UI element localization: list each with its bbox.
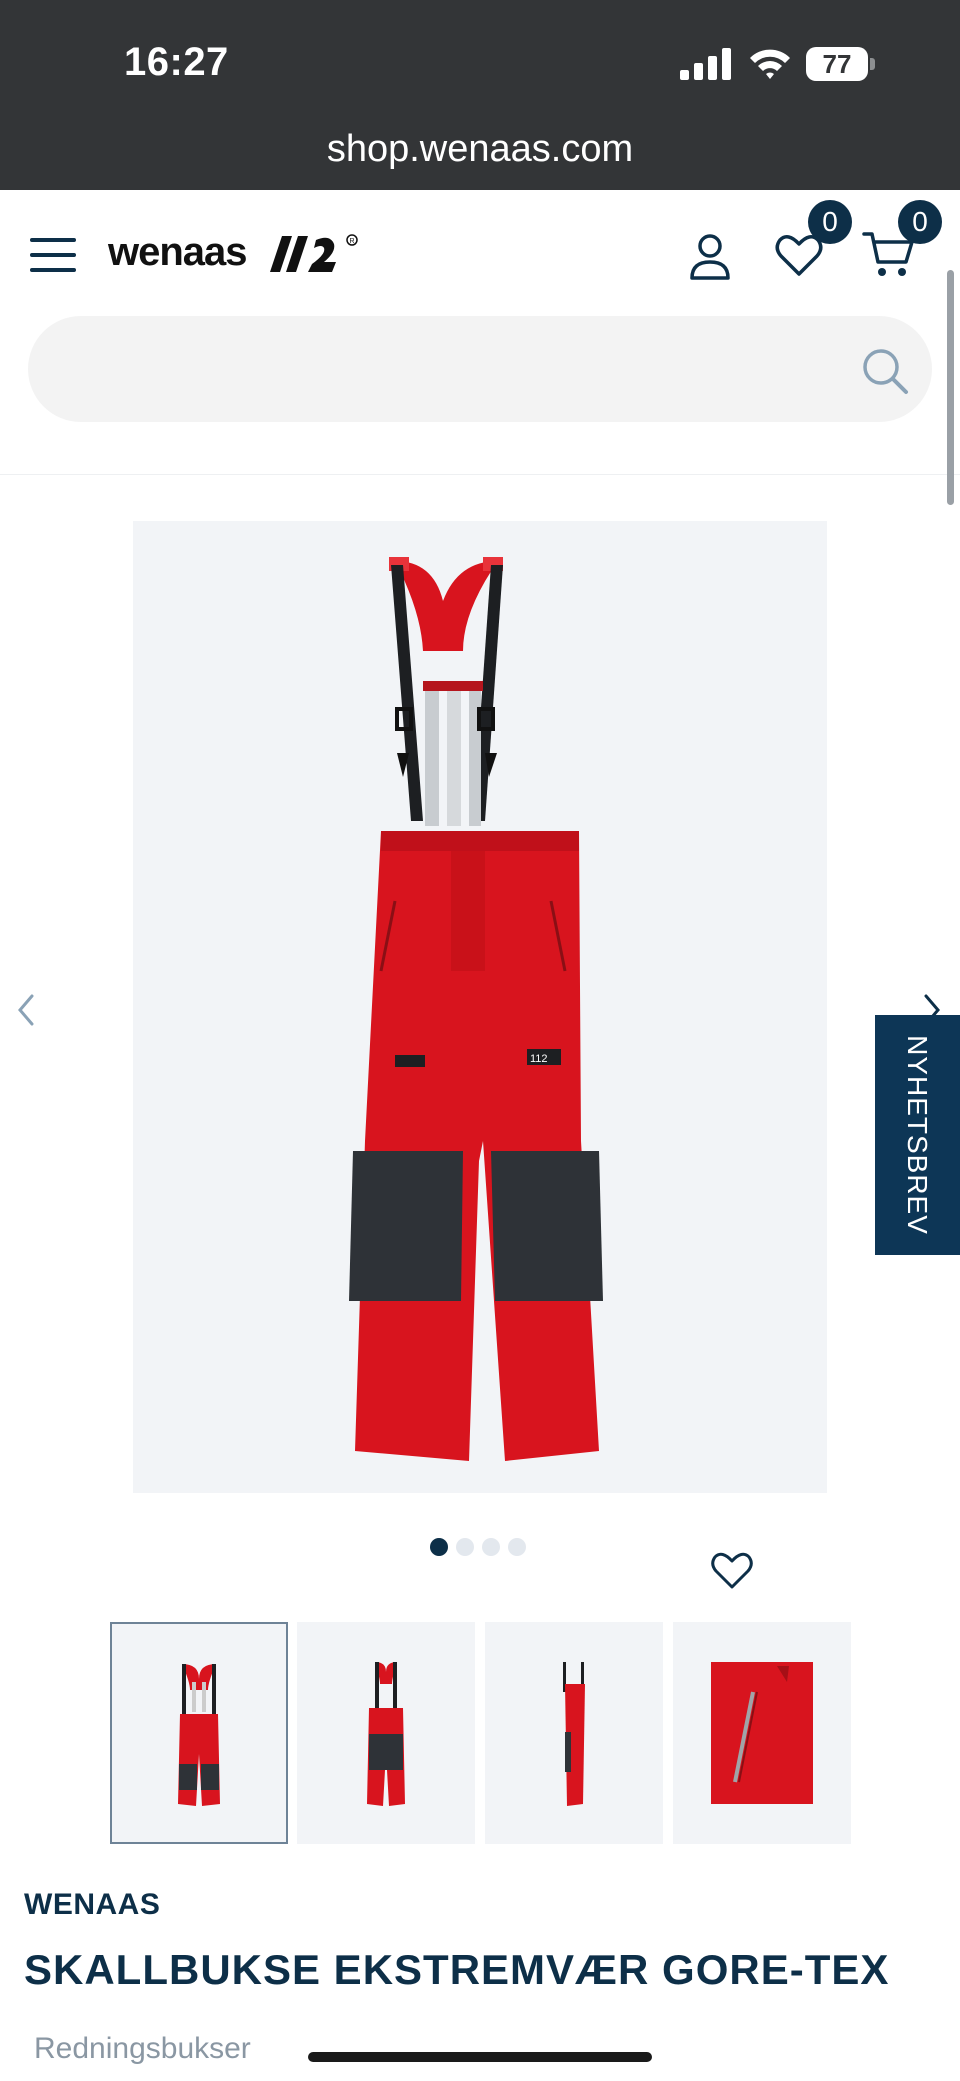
newsletter-label: NYHETSBREV bbox=[902, 1035, 933, 1235]
carousel-dot-4[interactable] bbox=[508, 1538, 526, 1556]
carousel-dot-3[interactable] bbox=[482, 1538, 500, 1556]
search-icon[interactable] bbox=[860, 346, 910, 396]
carousel-dot-1[interactable] bbox=[430, 1538, 448, 1556]
thumbnail-zip-detail-image bbox=[711, 1662, 813, 1804]
thumbnail-side-image bbox=[563, 1662, 585, 1806]
wishlist-count-badge: 0 bbox=[808, 200, 852, 244]
search-input[interactable] bbox=[64, 344, 824, 394]
search-bar[interactable] bbox=[28, 316, 932, 422]
wenaas-logo[interactable]: wenaas R bbox=[108, 230, 370, 280]
thumbnail-2[interactable] bbox=[297, 1622, 475, 1844]
page-scrollbar[interactable] bbox=[947, 270, 954, 505]
status-time: 16:27 bbox=[124, 40, 229, 84]
battery-icon: 77 bbox=[806, 47, 876, 81]
product-title: SKALLBUKSE EKSTREMVÆR GORE-TEX bbox=[24, 1946, 890, 1993]
logo-text: wenaas bbox=[108, 230, 248, 274]
add-to-favorites-heart-icon[interactable] bbox=[710, 1549, 754, 1591]
thumbnail-1[interactable] bbox=[110, 1622, 288, 1844]
thumbnail-4[interactable] bbox=[673, 1622, 851, 1844]
logo-112-mark: R bbox=[270, 234, 358, 272]
battery-level: 77 bbox=[806, 47, 868, 81]
thumbnail-front-image bbox=[178, 1664, 220, 1806]
svg-text:R: R bbox=[350, 238, 355, 245]
account-icon[interactable] bbox=[688, 232, 732, 282]
newsletter-tab[interactable]: NYHETSBREV bbox=[875, 1015, 960, 1255]
home-indicator bbox=[308, 2052, 652, 2062]
wifi-icon bbox=[750, 49, 790, 79]
product-main-image[interactable]: 112 bbox=[133, 521, 827, 1493]
thumbnail-front-dark-knees-image bbox=[367, 1662, 405, 1806]
rescue-pants-illustration: 112 bbox=[349, 557, 603, 1461]
cellular-signal-icon bbox=[680, 48, 732, 80]
site-header: wenaas R 0 0 bbox=[0, 190, 960, 475]
carousel-dot-2[interactable] bbox=[456, 1538, 474, 1556]
thumbnail-3[interactable] bbox=[485, 1622, 663, 1844]
gallery-prev-arrow-icon[interactable] bbox=[10, 990, 40, 1030]
hamburger-menu-icon[interactable] bbox=[30, 238, 76, 272]
address-bar-url[interactable]: shop.wenaas.com bbox=[0, 128, 960, 171]
product-category[interactable]: Redningsbukser bbox=[34, 2032, 251, 2066]
cart-count-badge: 0 bbox=[898, 200, 942, 244]
status-bar: 16:27 77 shop.wenaas.com bbox=[0, 0, 960, 190]
product-brand[interactable]: WENAAS bbox=[24, 1888, 160, 1922]
pants-logo-badge: 112 bbox=[530, 1053, 548, 1065]
